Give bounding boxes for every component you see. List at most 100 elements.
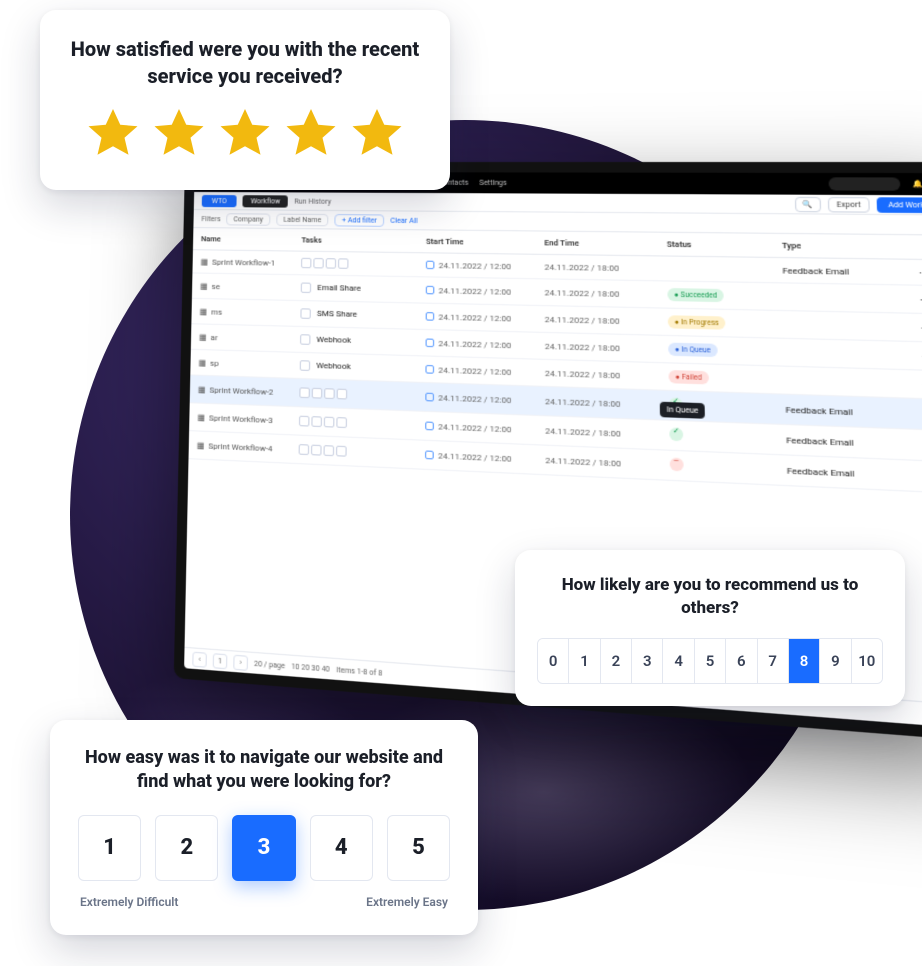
start-time: 24.11.2022 / 12:00 [439,286,512,297]
workflow-icon: ▦ [200,281,208,290]
th-tasks[interactable]: Tasks [301,235,426,246]
row-type [783,297,919,300]
calendar-icon [425,450,434,459]
stage: Pismo Boards Insight Inbox Pipes Channel… [0,0,922,966]
start-time: 24.11.2022 / 12:00 [438,312,511,323]
search-icon[interactable]: 🔍 [794,196,821,211]
workflow-icon: ▦ [199,332,207,341]
row-type [784,324,921,327]
per-page[interactable]: 20 / page [254,659,285,670]
row-more-icon[interactable]: ⋯ [919,267,922,278]
nps-option-9[interactable]: 9 [820,639,851,683]
row-name: Sprint Workflow-1 [212,257,275,267]
filters-label: Filters [201,215,220,223]
workflow-icon: ▦ [199,307,207,316]
ces-label-high: Extremely Easy [366,895,448,909]
csat-question: How satisfied were you with the recent s… [68,36,422,90]
page-sizes: 10 20 30 40 [291,662,330,674]
star-icon[interactable] [281,104,341,164]
row-type: Feedback Email [782,265,918,277]
ces-option-5[interactable]: 5 [387,815,450,881]
task-icons [299,444,426,460]
breadcrumb-2[interactable]: Run History [294,197,331,205]
start-time: 24.11.2022 / 12:00 [439,260,511,271]
th-name[interactable]: Name [201,234,302,244]
row-type: Feedback Email [787,465,922,481]
nps-option-6[interactable]: 6 [726,639,757,683]
start-time: 24.11.2022 / 12:00 [438,421,511,434]
page-next[interactable]: › [233,654,248,670]
workflow-icon: ▦ [201,257,209,266]
star-icon[interactable] [149,104,209,164]
nps-option-7[interactable]: 7 [758,639,789,683]
end-time: 24.11.2022 / 18:00 [545,396,620,408]
calendar-icon [425,365,434,374]
filter-chip-company[interactable]: Company [226,213,270,226]
th-start[interactable]: Start Time [426,237,544,248]
status-badge: ● In Progress [668,315,726,329]
ces-label-low: Extremely Difficult [80,895,178,909]
nps-option-4[interactable]: 4 [663,639,694,683]
task-icons [301,258,426,270]
nps-question: How likely are you to recommend us to ot… [537,574,883,620]
star-icon[interactable] [215,104,275,164]
calendar-icon [426,338,435,347]
workflow-icon: ▦ [197,412,205,422]
ces-option-1[interactable]: 1 [78,815,141,881]
nps-option-2[interactable]: 2 [601,639,632,683]
calendar-icon [425,422,434,431]
search-input[interactable] [829,177,901,190]
row-type [785,380,922,384]
row-name: sp [210,358,219,368]
end-time: 24.11.2022 / 18:00 [545,455,621,468]
ces-scale: 12345 [78,815,450,881]
export-button[interactable]: Export [828,196,869,212]
nps-scale: 012345678910 [537,638,883,684]
clear-filters-link[interactable]: Clear All [390,216,417,225]
end-time: 24.11.2022 / 18:00 [544,262,619,273]
bell-icon[interactable]: 🔔 [912,180,922,189]
start-time: 24.11.2022 / 12:00 [438,393,511,405]
filter-chip-label[interactable]: Label Name [276,213,328,226]
row-name: ar [211,332,218,341]
csat-card: How satisfied were you with the recent s… [40,10,450,190]
ces-option-3[interactable]: 3 [232,815,295,881]
row-type: Feedback Email [786,435,922,451]
ces-option-2[interactable]: 2 [155,815,218,881]
th-status[interactable]: Status [667,239,782,250]
nps-option-1[interactable]: 1 [569,639,600,683]
start-time: 24.11.2022 / 12:00 [438,450,511,463]
ces-option-4[interactable]: 4 [310,815,373,881]
status-badge: ● In Queue [668,343,718,358]
star-icon[interactable] [83,104,143,164]
page-prev[interactable]: ‹ [192,651,207,667]
status-dot [669,427,683,441]
nps-option-0[interactable]: 0 [538,639,569,683]
calendar-icon [425,393,434,402]
table-body: ▦Sprint Workflow-124.11.2022 / 12:0024.1… [189,250,922,494]
row-name: Sprint Workflow-2 [209,385,273,397]
end-time: 24.11.2022 / 18:00 [545,287,620,298]
th-end[interactable]: End Time [544,238,667,249]
status-badge: ● Succeeded [667,288,724,302]
page-1[interactable]: 1 [213,653,228,669]
start-time: 24.11.2022 / 12:00 [438,338,511,350]
nps-option-8[interactable]: 8 [789,639,820,683]
add-workflow-button[interactable]: Add Workflow [876,197,922,213]
nps-option-10[interactable]: 10 [852,639,882,683]
end-time: 24.11.2022 / 18:00 [545,426,621,439]
nps-option-5[interactable]: 5 [695,639,726,683]
star-icon[interactable] [347,104,407,164]
workflow-icon: ▦ [197,440,205,450]
th-type[interactable]: Type [782,241,918,253]
calendar-icon [426,261,435,270]
tab-active[interactable]: WTO [202,194,237,206]
items-summary: Items 1-8 of 8 [336,665,382,677]
nps-option-3[interactable]: 3 [632,639,663,683]
task-icons [299,416,425,431]
task-icons [299,387,425,402]
row-name: Sprint Workflow-4 [208,441,272,453]
task-icon [300,308,310,319]
breadcrumb-1[interactable]: Workflow [243,195,289,207]
nav-settings[interactable]: Settings [479,179,506,187]
